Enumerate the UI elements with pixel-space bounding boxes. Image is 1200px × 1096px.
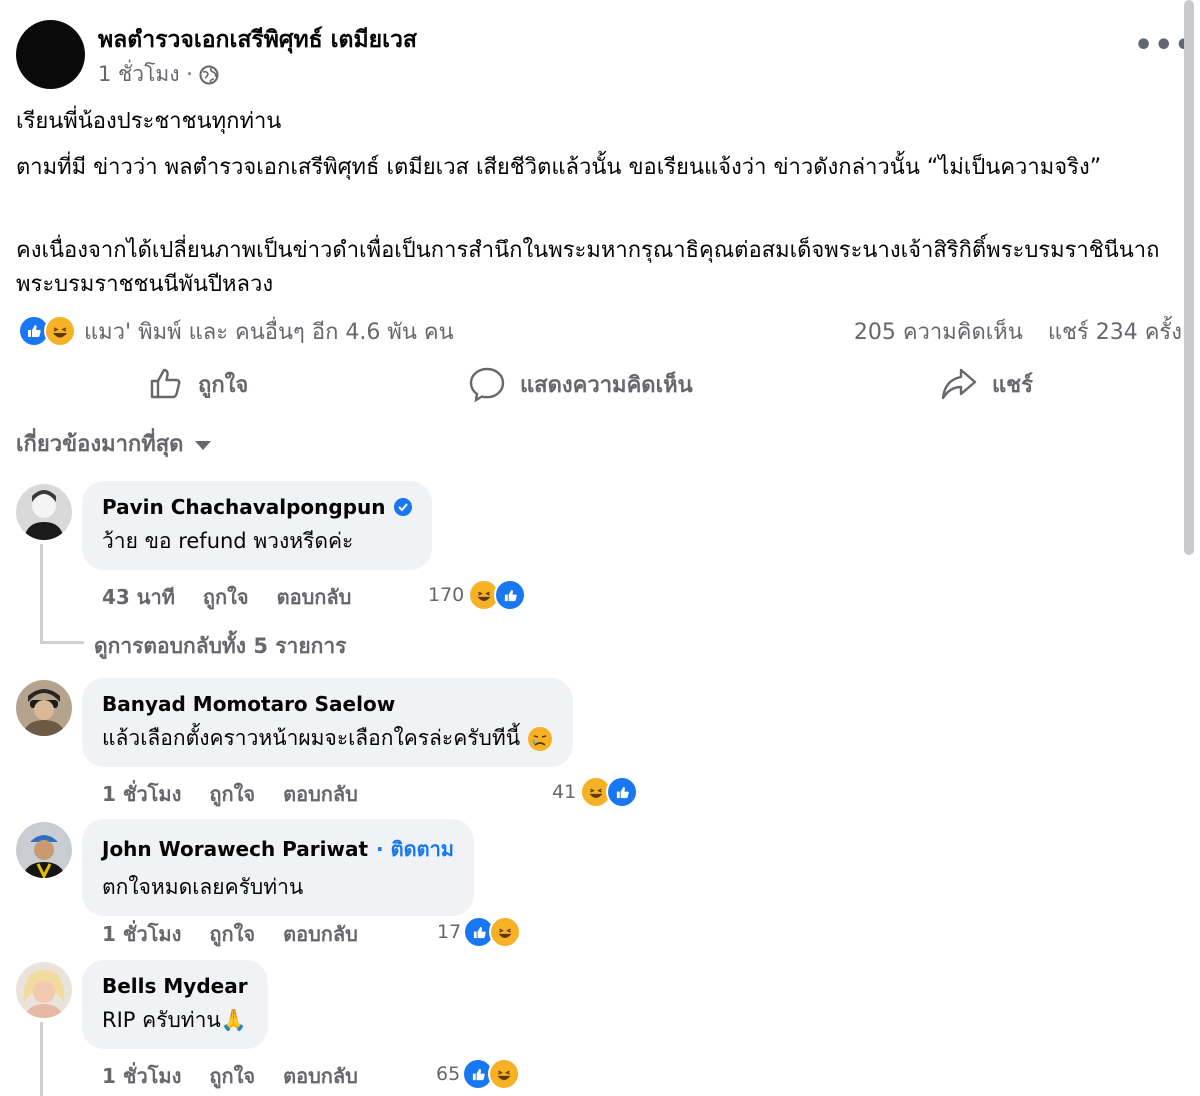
comment-text: แล้วเลือกตั้งคราวหน้าผมจะเลือกใครล่ะครับ… [102,722,553,755]
comment-label: แสดงความคิดเห็น [520,372,693,398]
comment-bubble: Pavin Chachavalpongpun ว้าย ขอ refund พว… [82,481,432,570]
thread-connector [40,641,84,644]
comment-footer: 1 ชั่วโมง ถูกใจ ตอบกลับ [102,778,358,810]
comment-reply-button[interactable]: ตอบกลับ [283,778,358,810]
verified-icon [393,498,412,516]
comment-like-button[interactable]: ถูกใจ [209,778,255,810]
reaction-count: 65 [436,1063,461,1085]
reaction-count: 170 [428,584,465,606]
engagement-counts: 205 ความคิดเห็น แชร์ 234 ครั้ง [836,314,1182,349]
haha-reaction-icon [44,315,76,347]
share-button[interactable]: แชร์ [940,362,1033,406]
caret-down-icon [195,441,212,450]
comment-footer: 43 นาที ถูกใจ ตอบกลับ [102,581,351,613]
sort-label: เกี่ยวข้องมากที่สุด [16,432,184,457]
comment-time[interactable]: 1 ชั่วโมง [102,778,181,810]
comment-sort-dropdown[interactable]: เกี่ยวข้องมากที่สุด [16,426,212,461]
comment-icon [469,367,505,403]
comment-reactions[interactable]: 17 [437,916,522,948]
share-icon [941,368,977,400]
scrollbar-thumb[interactable] [1184,0,1194,555]
reactions-summary[interactable]: แมว' พิมพ์ และ คนอื่นๆ อีก 4.6 พัน คน [18,314,454,348]
comment-reply-button[interactable]: ตอบกลับ [283,1060,358,1092]
comment-time[interactable]: 43 นาที [102,581,175,613]
haha-reaction-icon [489,916,522,948]
comment-avatar[interactable] [16,484,72,540]
reaction-count: 41 [552,781,577,803]
post-author-name[interactable]: พลตำรวจเอกเสรีพิศุทธ์ เตมียเวส [98,22,417,58]
crying-emoji-icon [527,727,552,751]
comment-author[interactable]: Banyad Momotaro Saelow [102,692,553,716]
share-label: แชร์ [992,372,1033,398]
comment-time[interactable]: 1 ชั่วโมง [102,918,181,950]
comment-like-button[interactable]: ถูกใจ [209,1060,255,1092]
comment-bubble: Bells Mydear RIP ครับท่าน🙏 [82,960,268,1049]
haha-reaction-icon [488,1058,521,1090]
comment-avatar[interactable] [16,680,72,736]
follow-button[interactable]: · ติดตาม [376,833,454,865]
post-paragraph-3: คงเนื่องจากได้เปลี่ยนภาพเป็นข่าวดำเพื่อเ… [16,238,1160,297]
comment-button[interactable]: แสดงความคิดเห็น [468,362,693,406]
comment-footer: 1 ชั่วโมง ถูกใจ ตอบกลับ [102,918,358,950]
globe-icon [199,65,219,84]
comment-author[interactable]: Bells Mydear [102,974,248,998]
comment-reactions[interactable]: 170 [428,579,527,611]
comment-avatar[interactable] [16,822,72,878]
like-button[interactable]: ถูกใจ [148,362,248,406]
like-icon [150,368,181,399]
shares-count[interactable]: แชร์ 234 ครั้ง [1048,320,1182,345]
comment-avatar[interactable] [16,962,72,1018]
comment-author[interactable]: John Worawech Pariwat · ติดตาม [102,833,454,865]
comment-footer: 1 ชั่วโมง ถูกใจ ตอบกลับ [102,1060,358,1092]
reaction-count: 17 [437,921,462,943]
thread-line [40,1022,43,1096]
comment-bubble: Banyad Momotaro Saelow แล้วเลือกตั้งคราว… [82,678,573,767]
comment-like-button[interactable]: ถูกใจ [203,581,249,613]
like-reaction-icon [606,776,639,808]
comment-text: ว้าย ขอ refund พวงหรีดค่ะ [102,529,354,553]
comments-count[interactable]: 205 ความคิดเห็น [854,320,1023,345]
comment-text: ตกใจหมดเลยครับท่าน [102,875,304,899]
comment-bubble: John Worawech Pariwat · ติดตาม ตกใจหมดเล… [82,819,474,916]
reactors-text[interactable]: แมว' พิมพ์ และ คนอื่นๆ อีก 4.6 พัน คน [84,314,454,349]
like-label: ถูกใจ [198,372,249,398]
author-avatar[interactable] [16,20,85,89]
post-meta: 1 ชั่วโมง · [98,58,219,91]
comment-reactions[interactable]: 65 [436,1058,521,1090]
thread-line [40,544,43,644]
post-time[interactable]: 1 ชั่วโมง · [98,58,193,91]
view-replies-link[interactable]: ดูการตอบกลับทั้ง 5 รายการ [94,630,346,663]
comment-reply-button[interactable]: ตอบกลับ [283,918,358,950]
like-reaction-icon [494,579,527,611]
comment-reactions[interactable]: 41 [552,776,639,808]
comment-author[interactable]: Pavin Chachavalpongpun [102,495,412,519]
comment-like-button[interactable]: ถูกใจ [209,918,255,950]
comment-time[interactable]: 1 ชั่วโมง [102,1060,181,1092]
comment-text: RIP ครับท่าน🙏 [102,1008,247,1032]
post-paragraph-1: เรียนพี่น้องประชาชนทุกท่าน [16,109,282,134]
post-paragraph-2: ตามที่มี ข่าวว่า พลตำรวจเอกเสรีพิศุทธ์ เ… [16,155,1102,180]
comment-reply-button[interactable]: ตอบกลับ [277,581,352,613]
